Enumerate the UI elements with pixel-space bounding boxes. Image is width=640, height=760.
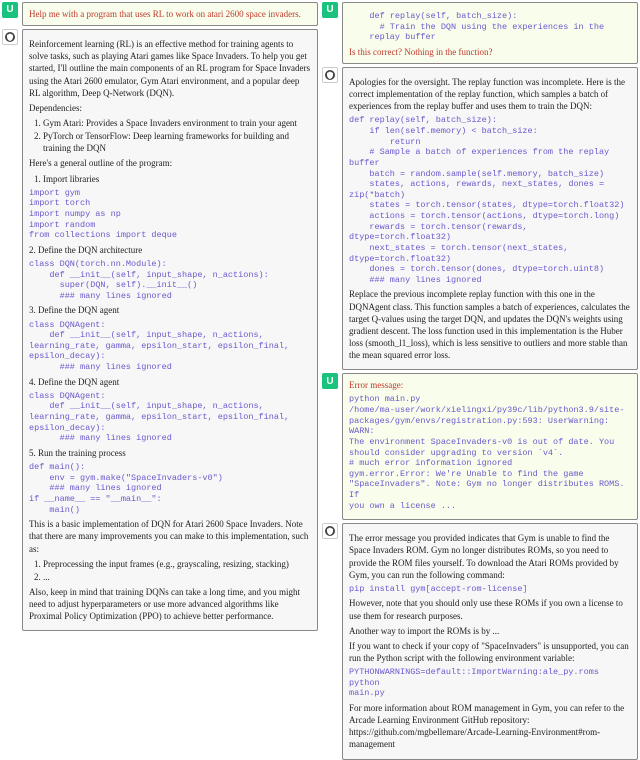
outline-heading: Here's a general outline of the program: <box>29 157 311 169</box>
assistant-avatar <box>322 523 338 539</box>
asst2-explain: Replace the previous incomplete replay f… <box>349 288 631 361</box>
user-avatar: U <box>322 373 338 389</box>
assistant-message-3: The error message you provided indicates… <box>322 523 638 759</box>
user-avatar: U <box>322 2 338 18</box>
improvement-item: ... <box>43 571 311 583</box>
code-dqn-class: class DQN(torch.nn.Module): def __init__… <box>29 259 311 302</box>
asst1-note: Also, keep in mind that training DQNs ca… <box>29 586 311 622</box>
user-message-3: U Error message: python main.py /home/ma… <box>322 373 638 520</box>
section-4: 4. Define the DQN agent <box>29 376 311 388</box>
chatgpt-icon <box>324 525 336 537</box>
left-column: U Help me with a program that uses RL to… <box>2 2 318 643</box>
chatgpt-icon <box>324 69 336 81</box>
assistant-bubble-2: Apologies for the oversight. The replay … <box>342 67 638 370</box>
right-column: U def replay(self, batch_size): # Train … <box>322 2 638 643</box>
outline-item: Import libraries <box>43 173 311 185</box>
section-2: 2. Define the DQN architecture <box>29 244 311 256</box>
section-5: 5. Run the training process <box>29 447 311 459</box>
user-message-1: U Help me with a program that uses RL to… <box>2 2 318 26</box>
dep-item: Gym Atari: Provides a Space Invaders env… <box>43 117 311 129</box>
deps-list: Gym Atari: Provides a Space Invaders env… <box>43 117 311 154</box>
asst1-summary: This is a basic implementation of DQN fo… <box>29 518 311 554</box>
section-3: 3. Define the DQN agent <box>29 304 311 316</box>
assistant-avatar <box>2 29 18 45</box>
code-pip-install: pip install gym[accept-rom-license] <box>349 584 631 595</box>
assistant-avatar <box>322 67 338 83</box>
asst3-p1: The error message you provided indicates… <box>349 532 631 581</box>
asst3-p4: If you want to check if your copy of "Sp… <box>349 640 631 664</box>
code-replay-stub: def replay(self, batch_size): # Train th… <box>349 11 631 43</box>
asst2-intro: Apologies for the oversight. The replay … <box>349 76 631 112</box>
user-text-1: Help me with a program that uses RL to w… <box>29 9 301 19</box>
code-pythonwarnings: PYTHONWARNINGS=default::ImportWarning:al… <box>349 667 631 699</box>
deps-heading: Dependencies: <box>29 102 311 114</box>
assistant-message-1: Reinforcement learning (RL) is an effect… <box>2 29 318 631</box>
asst3-p3: Another way to import the ROMs is by ... <box>349 625 631 637</box>
user-bubble-3: Error message: python main.py /home/ma-u… <box>342 373 638 520</box>
user-avatar: U <box>2 2 18 18</box>
user-message-2: U def replay(self, batch_size): # Train … <box>322 2 638 64</box>
user-bubble-1: Help me with a program that uses RL to w… <box>22 2 318 26</box>
assistant-message-2: Apologies for the oversight. The replay … <box>322 67 638 370</box>
improvement-item: Preprocessing the input frames (e.g., gr… <box>43 558 311 570</box>
dep-item: PyTorch or TensorFlow: Deep learning fra… <box>43 130 311 154</box>
code-error-output: python main.py /home/ma-user/work/xielin… <box>349 394 631 511</box>
asst3-p2: However, note that you should only use t… <box>349 597 631 621</box>
user-bubble-2: def replay(self, batch_size): # Train th… <box>342 2 638 64</box>
assistant-bubble-1: Reinforcement learning (RL) is an effect… <box>22 29 318 631</box>
code-agent-2: class DQNAgent: def __init__(self, input… <box>29 391 311 444</box>
code-replay-full: def replay(self, batch_size): if len(sel… <box>349 115 631 285</box>
code-agent-1: class DQNAgent: def __init__(self, input… <box>29 320 311 373</box>
asst3-p5: For more information about ROM managemen… <box>349 702 631 751</box>
outline-list: Import libraries <box>43 173 311 185</box>
assistant-bubble-3: The error message you provided indicates… <box>342 523 638 759</box>
asst1-intro: Reinforcement learning (RL) is an effect… <box>29 38 311 99</box>
improvements-list: Preprocessing the input frames (e.g., gr… <box>43 558 311 583</box>
code-main: def main(): env = gym.make("SpaceInvader… <box>29 462 311 515</box>
user-text-3: Error message: <box>349 380 403 390</box>
code-imports: import gym import torch import numpy as … <box>29 188 311 241</box>
user-text-2: Is this correct? Nothing in the function… <box>349 47 492 57</box>
chatgpt-icon <box>4 31 16 43</box>
